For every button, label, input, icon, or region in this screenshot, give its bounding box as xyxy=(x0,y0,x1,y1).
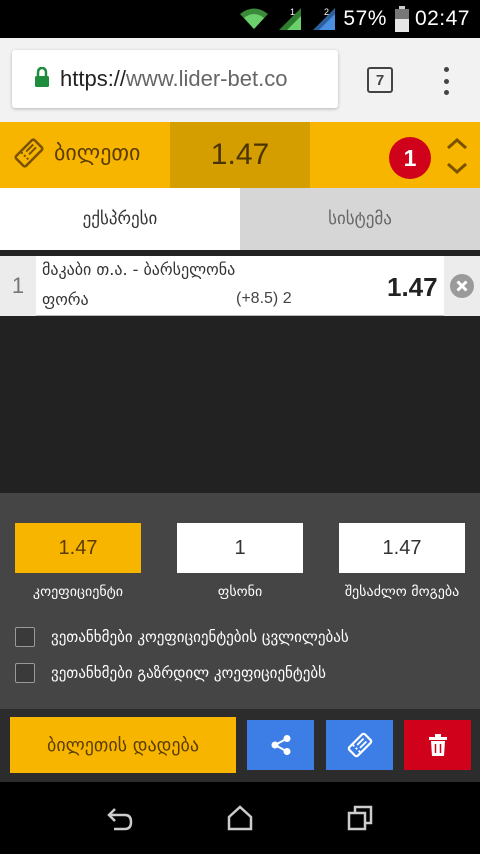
url-bar[interactable]: https://www.lider-bet.co xyxy=(12,50,338,108)
recents-icon[interactable] xyxy=(346,804,374,832)
accept-odds-changes-option[interactable]: ვეთანხმები კოეფიციენტების ცვლილებას xyxy=(15,627,349,647)
status-bar: 1 2 57% 02:47 xyxy=(0,0,480,38)
remove-bet-button[interactable] xyxy=(444,256,480,316)
bet-odds: 1.47 xyxy=(387,272,438,302)
clock: 02:47 xyxy=(414,7,470,30)
possible-win-label: შესაძლო მოგება xyxy=(344,584,460,600)
url-host: www.lider-bet.co xyxy=(126,66,288,91)
ticket-icon xyxy=(347,732,372,758)
lock-icon xyxy=(34,66,50,91)
system-nav-bar xyxy=(0,782,480,854)
share-button[interactable] xyxy=(247,720,314,770)
ticket-label: ბილეთი xyxy=(54,140,141,166)
ticket-header[interactable]: ბილეთი 1.47 1 xyxy=(0,122,480,188)
place-bet-button[interactable]: ბილეთის დადება xyxy=(10,717,236,773)
bet-match-name: მაკაბი თ.ა. - ბარსელონა xyxy=(42,260,236,279)
stake-input[interactable]: 1 xyxy=(177,523,303,573)
tab-express[interactable]: ექსპრესი xyxy=(0,188,240,250)
accept-odds-changes-checkbox[interactable] xyxy=(15,627,35,647)
save-ticket-button[interactable] xyxy=(326,720,393,770)
coefficient-value: 1.47 xyxy=(15,523,141,573)
battery-icon xyxy=(394,6,409,32)
bet-type-tabs: ექსპრესი სისტემა xyxy=(0,188,480,250)
browser-toolbar: https://www.lider-bet.co 7 xyxy=(0,38,480,122)
accept-increased-odds-option[interactable]: ვეთანხმები გაზრდილ კოეფიციენტებს xyxy=(15,663,326,683)
bet-market: ფორა xyxy=(42,290,89,309)
bet-item: 1 მაკაბი თ.ა. - ბარსელონა ფორა (+8.5) 2 … xyxy=(0,256,480,316)
svg-text:1: 1 xyxy=(290,7,295,17)
bet-line: (+8.5) 2 xyxy=(236,290,292,307)
close-circle-icon xyxy=(450,274,474,298)
trash-icon xyxy=(428,734,447,756)
bet-count-badge: 1 xyxy=(389,137,431,179)
ticket-title: ბილეთი xyxy=(12,136,140,170)
accept-increased-odds-label: ვეთანხმები გაზრდილ კოეფიციენტებს xyxy=(51,664,326,682)
coefficient-label: კოეფიციენტი xyxy=(32,584,124,600)
signal-icon-2: 2 xyxy=(311,6,337,32)
tab-system[interactable]: სისტემა xyxy=(240,188,480,250)
expand-collapse-icon[interactable] xyxy=(444,135,470,177)
screen: 1 2 57% 02:47 https://www.lider-bet.co 7… xyxy=(0,0,480,854)
home-icon[interactable] xyxy=(226,804,254,832)
ticket-icon xyxy=(14,138,44,168)
back-icon[interactable] xyxy=(106,804,134,832)
total-odds: 1.47 xyxy=(170,122,310,188)
accept-increased-odds-checkbox[interactable] xyxy=(15,663,35,683)
summary-panel: 1.47 1 1.47 კოეფიციენტი ფსონი შესაძლო მო… xyxy=(0,493,480,709)
bet-index: 1 xyxy=(0,256,36,316)
svg-text:2: 2 xyxy=(324,7,329,17)
url-text: https://www.lider-bet.co xyxy=(60,66,287,92)
url-scheme: https:// xyxy=(60,66,127,91)
stake-label: ფსონი xyxy=(217,584,263,600)
signal-icon: 1 xyxy=(277,6,303,32)
accept-odds-changes-label: ვეთანხმები კოეფიციენტების ცვლილებას xyxy=(51,628,349,646)
wifi-icon xyxy=(239,7,269,31)
possible-win-value: 1.47 xyxy=(339,523,465,573)
battery-percent: 57% xyxy=(343,7,387,30)
overflow-menu-icon[interactable] xyxy=(436,64,456,98)
empty-area xyxy=(0,317,480,493)
action-bar: ბილეთის დადება xyxy=(0,709,480,782)
delete-button[interactable] xyxy=(404,720,471,770)
tab-switcher-button[interactable]: 7 xyxy=(367,67,393,93)
share-icon xyxy=(271,735,290,755)
